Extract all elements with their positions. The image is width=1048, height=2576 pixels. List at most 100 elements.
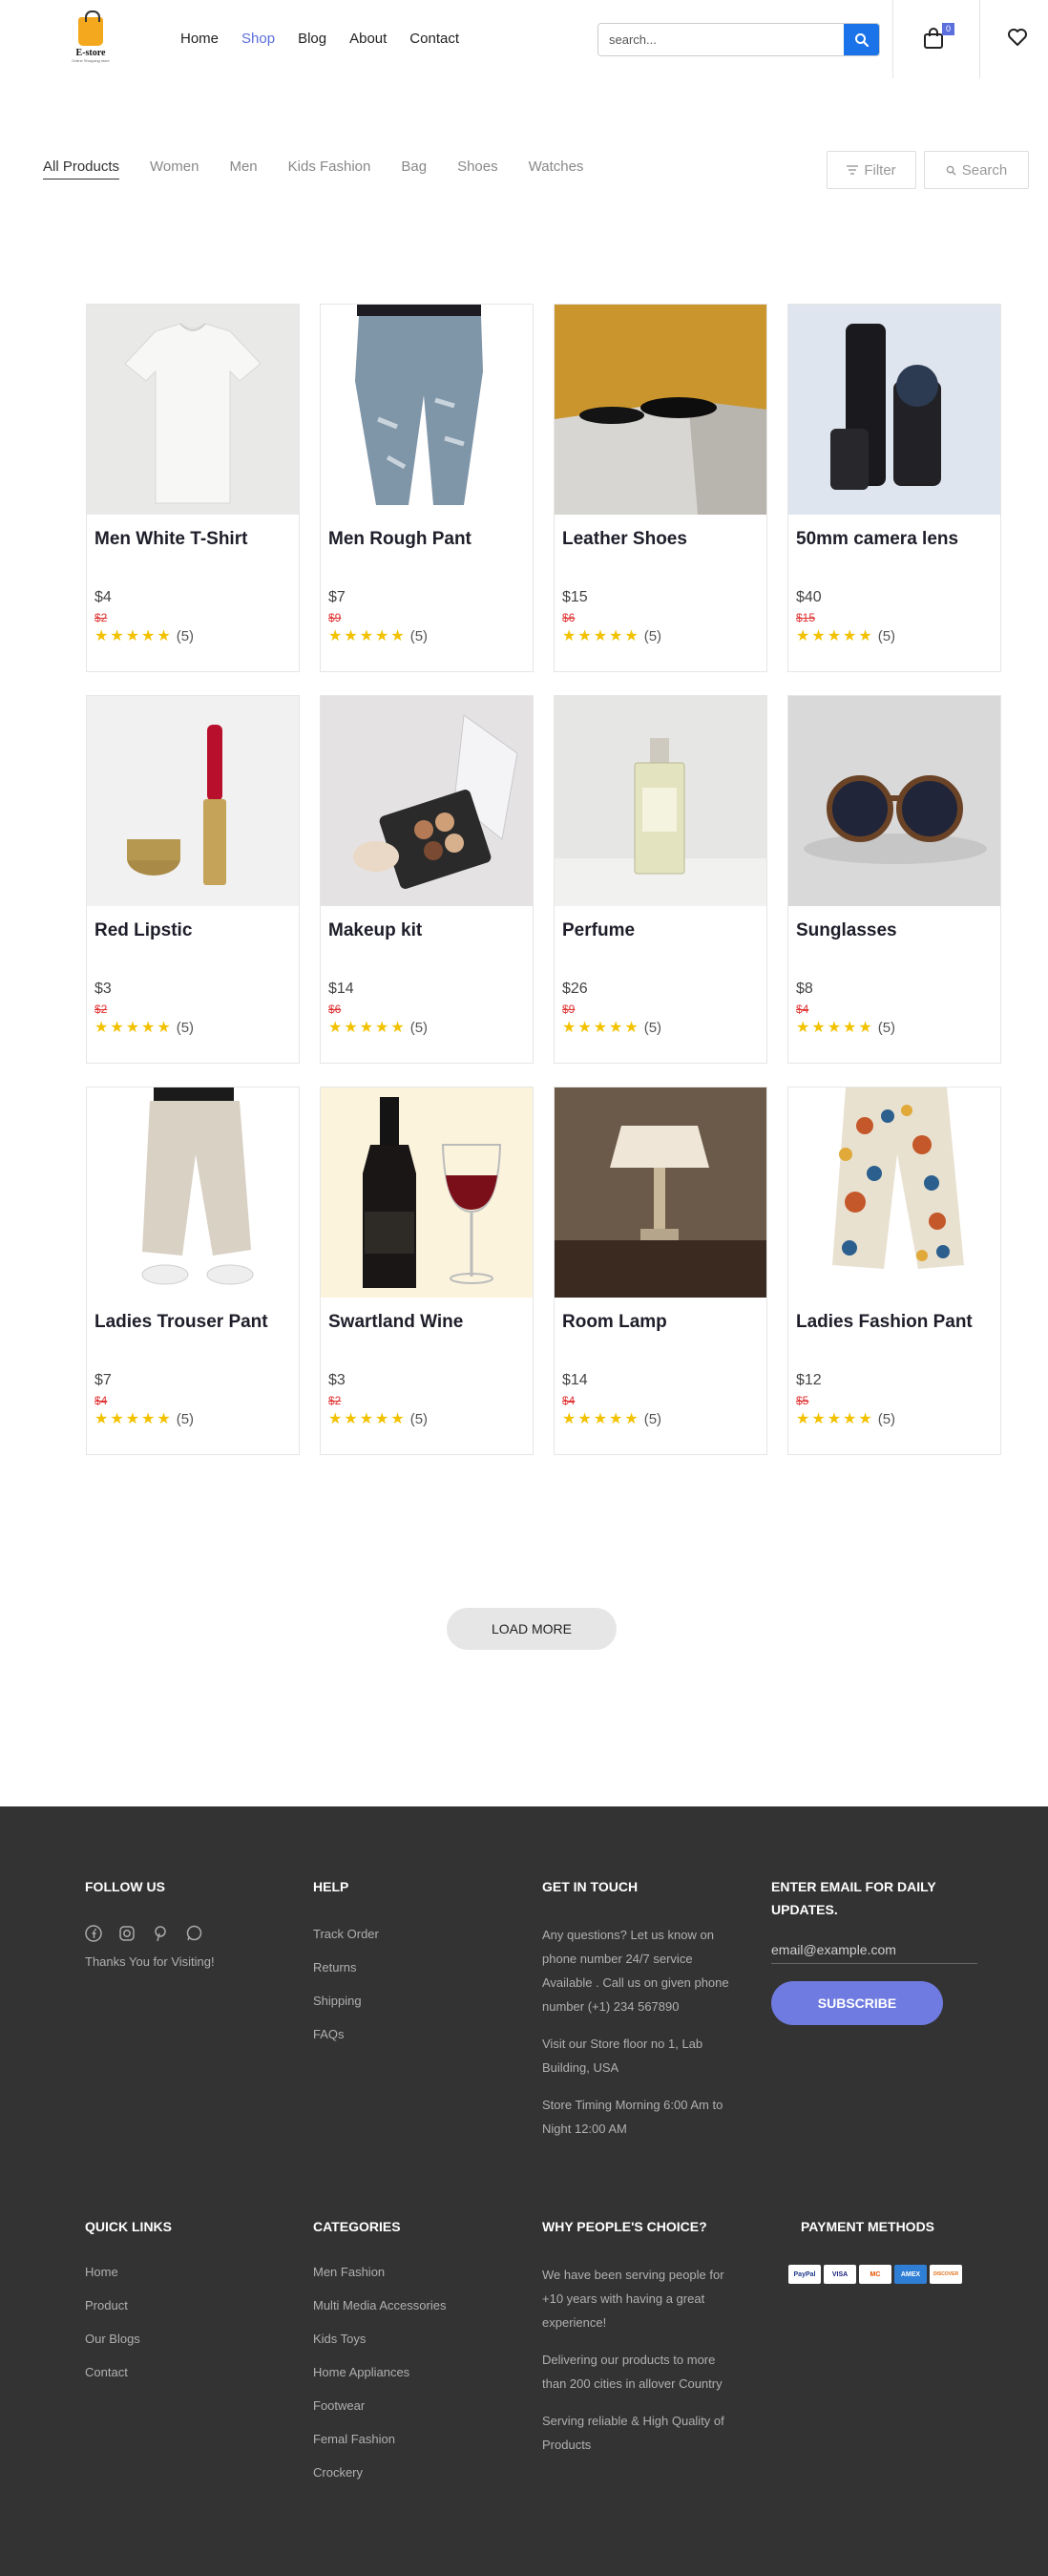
- nav-blog[interactable]: Blog: [298, 31, 326, 47]
- product-rating: ★★★★★ (5): [562, 1409, 661, 1428]
- footer-link-track-order[interactable]: Track Order: [313, 1925, 519, 1958]
- product-card[interactable]: Ladies Trouser Pant $7 $4 ★★★★★ (5): [86, 1087, 300, 1455]
- footer-link-home-appliances[interactable]: Home Appliances: [313, 2363, 519, 2397]
- product-image-lamp[interactable]: [555, 1087, 766, 1298]
- footer-link-femal-fashion[interactable]: Femal Fashion: [313, 2430, 519, 2463]
- contact-timing-text: Store Timing Morning 6:00 Am to Night 12…: [542, 2093, 748, 2141]
- facebook-icon[interactable]: [85, 1925, 102, 1942]
- store-logo[interactable]: E-store Online Shopping store: [69, 11, 113, 65]
- footer-link-home[interactable]: Home: [85, 2263, 291, 2296]
- product-card[interactable]: Ladies Fashion Pant $12 $5 ★★★★★ (5): [787, 1087, 1001, 1455]
- product-image-wine[interactable]: [321, 1087, 533, 1298]
- product-name[interactable]: Swartland Wine: [328, 1312, 463, 1333]
- product-image-fashion-pant[interactable]: [788, 1087, 1000, 1298]
- tab-watches[interactable]: Watches: [529, 158, 584, 179]
- product-rating: ★★★★★ (5): [796, 1018, 895, 1037]
- product-price: $12: [796, 1372, 822, 1388]
- tab-women[interactable]: Women: [150, 158, 199, 179]
- footer-link-shipping[interactable]: Shipping: [313, 1992, 519, 2025]
- filter-button[interactable]: Filter: [827, 151, 916, 189]
- tab-men[interactable]: Men: [229, 158, 257, 179]
- load-more-button[interactable]: LOAD MORE: [447, 1608, 617, 1650]
- product-name[interactable]: Perfume: [562, 920, 635, 941]
- footer-link-our-blogs[interactable]: Our Blogs: [85, 2330, 291, 2363]
- subscribe-button[interactable]: SUBSCRIBE: [771, 1981, 943, 2025]
- product-name[interactable]: Men Rough Pant: [328, 529, 472, 550]
- amex-icon: AMEX: [894, 2265, 927, 2284]
- footer-link-crockery[interactable]: Crockery: [313, 2463, 519, 2497]
- product-image-sunglasses[interactable]: [788, 696, 1000, 906]
- product-card[interactable]: Swartland Wine $3 $2 ★★★★★ (5): [320, 1087, 534, 1455]
- rating-count: (5): [877, 1019, 896, 1036]
- footer-link-returns[interactable]: Returns: [313, 1958, 519, 1992]
- pinterest-icon[interactable]: [152, 1925, 169, 1942]
- product-name[interactable]: Ladies Fashion Pant: [796, 1312, 973, 1333]
- product-card[interactable]: Men Rough Pant $7 $9 ★★★★★ (5): [320, 304, 534, 672]
- product-image-ripped-jeans[interactable]: [321, 305, 533, 515]
- footer-link-footwear[interactable]: Footwear: [313, 2397, 519, 2430]
- tab-bag[interactable]: Bag: [401, 158, 427, 179]
- product-card[interactable]: Sunglasses $8 $4 ★★★★★ (5): [787, 695, 1001, 1064]
- wishlist-button[interactable]: [1007, 28, 1028, 52]
- product-card[interactable]: 50mm camera lens $40 $15 ★★★★★ (5): [787, 304, 1001, 672]
- visa-icon: VISA: [824, 2265, 856, 2284]
- filter-search-button[interactable]: Search: [924, 151, 1029, 189]
- star-rating-icon: ★★★★★: [94, 1411, 173, 1427]
- why-line: Products: [542, 2438, 592, 2452]
- product-image-white-tshirt[interactable]: [87, 305, 299, 515]
- product-name[interactable]: Red Lipstic: [94, 920, 192, 941]
- footer-heading: ENTER EMAIL FOR DAILY UPDATES.: [771, 1875, 977, 1921]
- footer-link-contact[interactable]: Contact: [85, 2363, 291, 2397]
- search-button[interactable]: [844, 24, 879, 55]
- product-card[interactable]: Perfume $26 $9 ★★★★★ (5): [554, 695, 767, 1064]
- product-card[interactable]: Room Lamp $14 $4 ★★★★★ (5): [554, 1087, 767, 1455]
- product-name[interactable]: Ladies Trouser Pant: [94, 1312, 268, 1333]
- product-rating: ★★★★★ (5): [562, 626, 661, 645]
- footer-help: HELP Track Order Returns Shipping FAQs: [313, 1875, 519, 2059]
- product-rating: ★★★★★ (5): [796, 1409, 895, 1428]
- footer-link-product[interactable]: Product: [85, 2296, 291, 2330]
- product-old-price: $9: [562, 1003, 576, 1016]
- footer-payment: PAYMENT METHODS PayPal VISA MC AMEX DISC…: [788, 2215, 995, 2284]
- footer-link-men-fashion[interactable]: Men Fashion: [313, 2263, 519, 2296]
- rating-count: (5): [409, 1410, 429, 1427]
- footer-link-faqs[interactable]: FAQs: [313, 2025, 519, 2059]
- product-card[interactable]: Men White T-Shirt $4 $2 ★★★★★ (5): [86, 304, 300, 672]
- whatsapp-icon[interactable]: [185, 1925, 202, 1942]
- instagram-icon[interactable]: [118, 1925, 136, 1942]
- footer-link-multi-media[interactable]: Multi Media Accessories: [313, 2296, 519, 2330]
- product-image-leather-shoes[interactable]: [555, 305, 766, 515]
- nav-about[interactable]: About: [349, 31, 387, 47]
- search-input[interactable]: [598, 24, 845, 55]
- product-price: $4: [94, 589, 112, 605]
- product-name[interactable]: Leather Shoes: [562, 529, 687, 550]
- product-image-makeup-kit[interactable]: [321, 696, 533, 906]
- product-card[interactable]: Red Lipstic $3 $2 ★★★★★ (5): [86, 695, 300, 1064]
- product-image-perfume[interactable]: [555, 696, 766, 906]
- rating-count: (5): [877, 1410, 896, 1427]
- tab-shoes[interactable]: Shoes: [457, 158, 498, 179]
- product-card[interactable]: Makeup kit $14 $6 ★★★★★ (5): [320, 695, 534, 1064]
- product-card[interactable]: Leather Shoes $15 $6 ★★★★★ (5): [554, 304, 767, 672]
- product-name[interactable]: 50mm camera lens: [796, 529, 958, 550]
- product-image-lipstick[interactable]: [87, 696, 299, 906]
- email-field[interactable]: email@example.com: [771, 1942, 977, 1964]
- cart-button[interactable]: 0: [923, 23, 954, 52]
- product-name[interactable]: Makeup kit: [328, 920, 422, 941]
- nav-shop[interactable]: Shop: [241, 31, 275, 47]
- newsletter-title-line: ENTER EMAIL FOR DAILY: [771, 1879, 936, 1894]
- product-image-camera-lens[interactable]: [788, 305, 1000, 515]
- product-name[interactable]: Sunglasses: [796, 920, 897, 941]
- footer-heading: PAYMENT METHODS: [801, 2219, 935, 2234]
- product-image-trouser[interactable]: [87, 1087, 299, 1298]
- star-rating-icon: ★★★★★: [328, 1411, 407, 1427]
- newsletter-title-line: UPDATES.: [771, 1902, 838, 1917]
- product-name[interactable]: Room Lamp: [562, 1312, 667, 1333]
- tab-kids-fashion[interactable]: Kids Fashion: [288, 158, 371, 179]
- tab-all-products[interactable]: All Products: [43, 158, 120, 179]
- thanks-text: Thanks You for Visiting!: [85, 1954, 215, 1969]
- nav-home[interactable]: Home: [180, 31, 219, 47]
- footer-link-kids-toys[interactable]: Kids Toys: [313, 2330, 519, 2363]
- nav-contact[interactable]: Contact: [409, 31, 459, 47]
- product-name[interactable]: Men White T-Shirt: [94, 529, 247, 550]
